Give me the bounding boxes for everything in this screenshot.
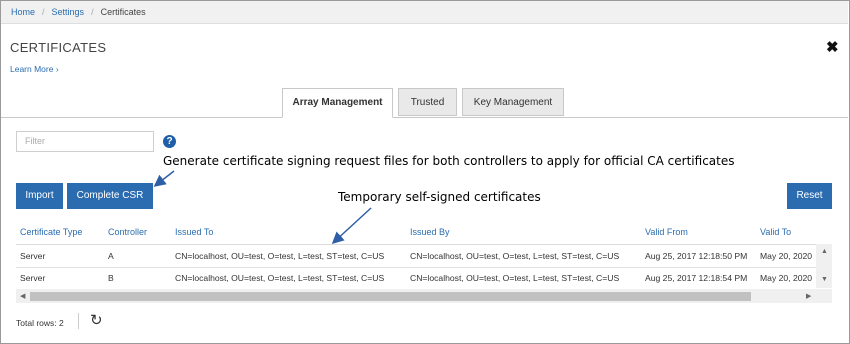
footer-divider bbox=[78, 313, 79, 329]
scroll-right-arrow-icon[interactable]: ▶ bbox=[806, 292, 811, 300]
cell-issued-by: CN=localhost, OU=test, O=test, L=test, S… bbox=[410, 273, 620, 283]
column-header-valid-from[interactable]: Valid From bbox=[645, 220, 688, 244]
import-button[interactable]: Import bbox=[16, 183, 63, 209]
scroll-left-arrow-icon[interactable]: ◀ bbox=[20, 292, 25, 300]
total-rows-label: Total rows: 2 bbox=[16, 318, 64, 328]
reset-button[interactable]: Reset bbox=[787, 183, 832, 209]
cell-issued-to: CN=localhost, OU=test, O=test, L=test, S… bbox=[175, 251, 385, 261]
table-row[interactable]: Server B CN=localhost, OU=test, O=test, … bbox=[16, 267, 816, 290]
column-header-issued-by[interactable]: Issued By bbox=[410, 220, 450, 244]
column-header-controller[interactable]: Controller bbox=[108, 220, 147, 244]
cell-certificate-type: Server bbox=[20, 273, 46, 283]
cell-controller: A bbox=[108, 251, 114, 261]
cell-valid-to: May 20, 2020 bbox=[760, 251, 813, 261]
table-row[interactable]: Server A CN=localhost, OU=test, O=test, … bbox=[16, 245, 816, 268]
cell-valid-to: May 20, 2020 bbox=[760, 273, 813, 283]
cell-valid-from: Aug 25, 2017 12:18:50 PM bbox=[645, 251, 748, 261]
cell-controller: B bbox=[108, 273, 114, 283]
cell-issued-by: CN=localhost, OU=test, O=test, L=test, S… bbox=[410, 251, 620, 261]
refresh-icon[interactable]: ↻ bbox=[90, 313, 103, 329]
complete-csr-button[interactable]: Complete CSR bbox=[67, 183, 153, 209]
annotation-arrow-csr bbox=[153, 170, 175, 187]
cell-issued-to: CN=localhost, OU=test, O=test, L=test, S… bbox=[175, 273, 385, 283]
column-header-issued-to[interactable]: Issued To bbox=[175, 220, 213, 244]
scroll-up-arrow-icon[interactable]: ▲ bbox=[821, 248, 828, 255]
column-header-valid-to[interactable]: Valid To bbox=[760, 220, 791, 244]
scroll-down-arrow-icon[interactable]: ▼ bbox=[821, 276, 828, 283]
cell-certificate-type: Server bbox=[20, 251, 46, 261]
column-header-certificate-type[interactable]: Certificate Type bbox=[20, 220, 82, 244]
annotation-arrow-self-signed bbox=[331, 207, 372, 245]
cell-valid-from: Aug 25, 2017 12:18:54 PM bbox=[645, 273, 748, 283]
horizontal-scrollbar-thumb[interactable] bbox=[30, 292, 751, 301]
